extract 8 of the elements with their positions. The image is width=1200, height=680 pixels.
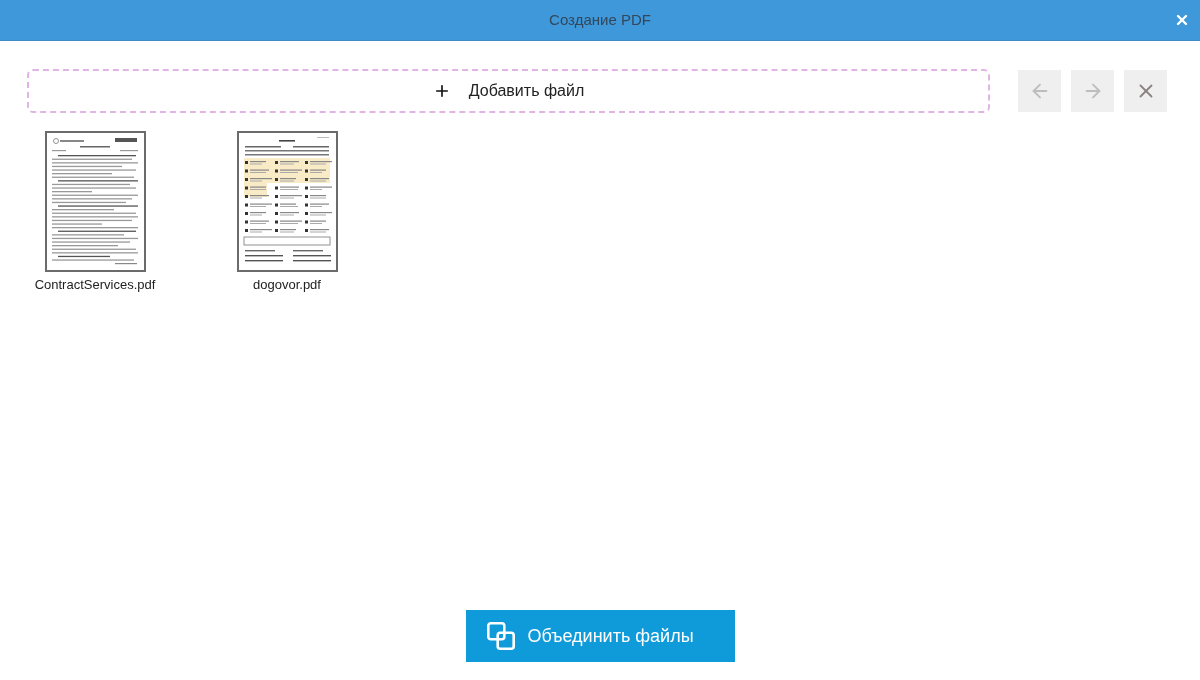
add-file-button[interactable]: Добавить файл [27, 69, 990, 113]
document-page-drawing[interactable] [236, 131, 338, 272]
file-name: dogovor.pdf [253, 276, 321, 294]
overlapping-squares-icon [486, 622, 515, 650]
window-title: Создание PDF [549, 9, 651, 30]
toolbar-button[interactable] [1124, 70, 1167, 112]
file-name: ContractServices.pdf [34, 276, 156, 294]
document-page-drawing[interactable] [44, 131, 146, 272]
